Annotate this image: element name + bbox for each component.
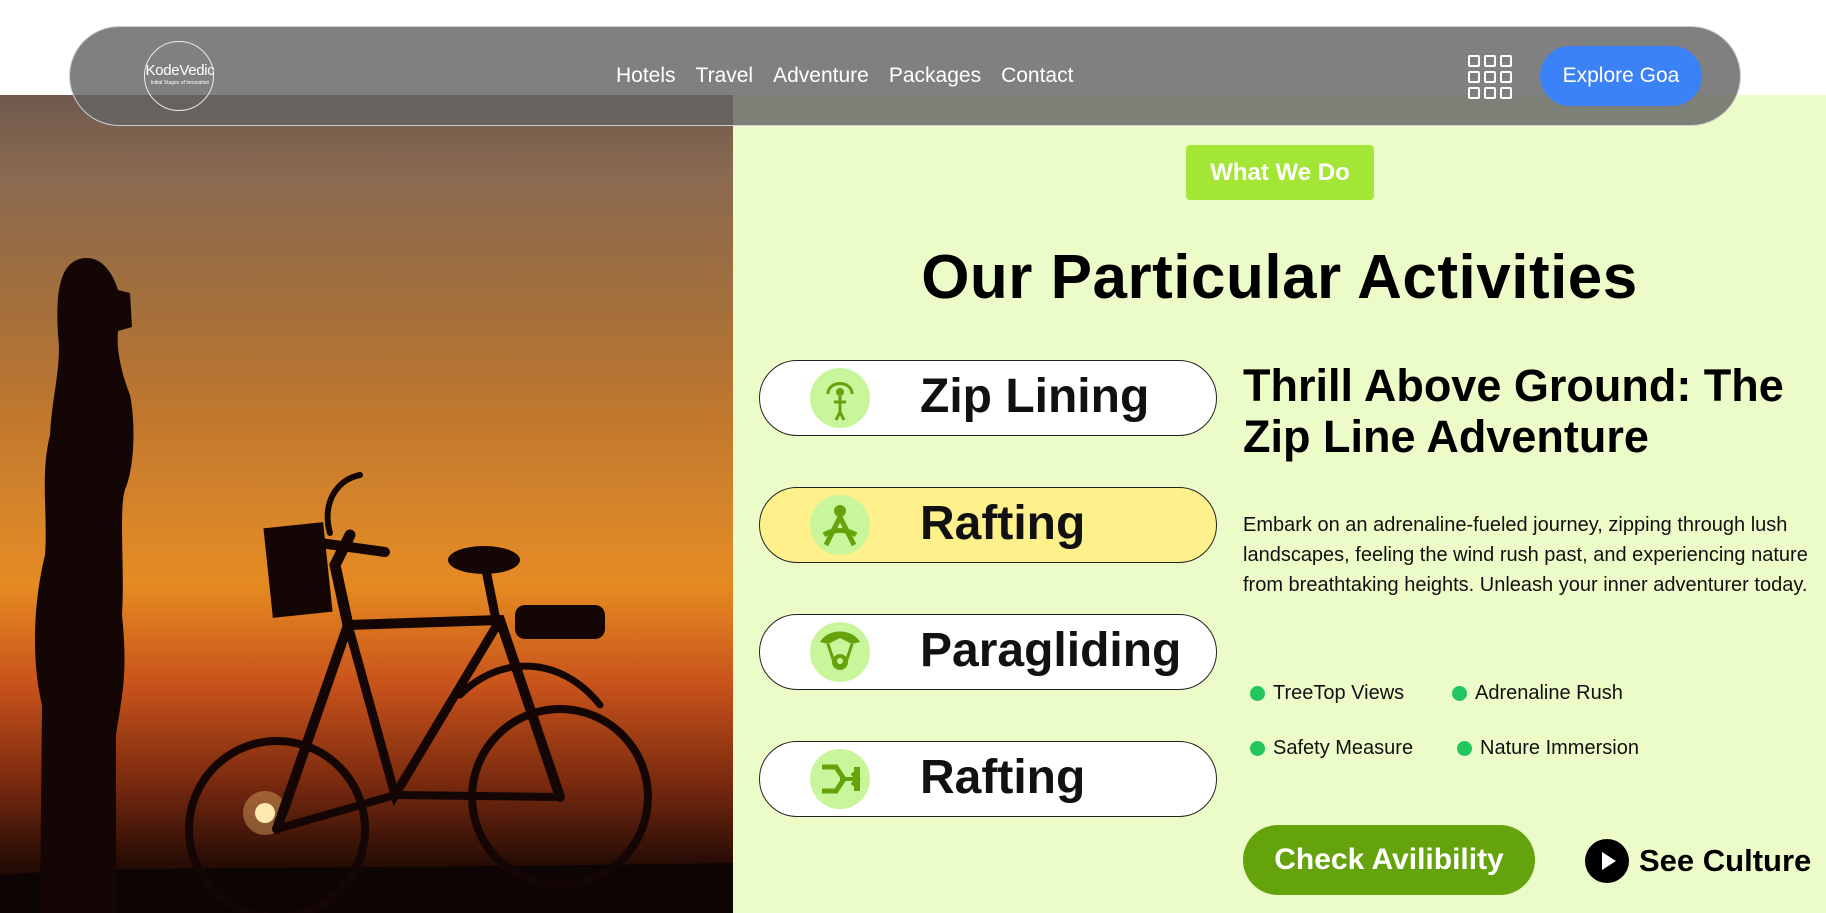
apps-grid-icon[interactable] <box>1468 55 1512 99</box>
activity-label: Paragliding <box>920 624 1182 677</box>
hero-image <box>0 95 733 913</box>
see-culture-link[interactable]: See Culture <box>1585 838 1811 884</box>
logo-name: KodeVedic <box>145 62 215 79</box>
nav-link-travel[interactable]: Travel <box>696 64 754 88</box>
logo-tagline: Initial Stages of Innovation <box>150 80 210 86</box>
activity-label: Rafting <box>920 497 1086 550</box>
bullet-dot-icon <box>1452 686 1467 701</box>
zip-line-icon <box>810 368 870 428</box>
play-icon[interactable] <box>1585 839 1629 883</box>
bullet-dot-icon <box>1250 686 1265 701</box>
see-culture-label: See Culture <box>1639 843 1812 878</box>
feature-item: Safety Measure <box>1250 737 1413 760</box>
feature-item: Adrenaline Rush <box>1452 682 1623 705</box>
check-availability-button[interactable]: Check Avilibility <box>1243 825 1535 895</box>
activity-detail-title: Thrill Above Ground: The Zip Line Advent… <box>1243 360 1784 462</box>
nav-link-adventure[interactable]: Adventure <box>773 64 869 88</box>
feature-item: TreeTop Views <box>1250 682 1404 705</box>
section-badge: What We Do <box>1186 145 1374 200</box>
logo[interactable]: KodeVedic Initial Stages of Innovation <box>144 41 215 111</box>
paragliding-icon <box>810 622 870 682</box>
activity-rafting[interactable]: Rafting <box>759 487 1217 563</box>
activity-label: Rafting <box>920 751 1086 804</box>
feature-label: Adrenaline Rush <box>1475 682 1623 704</box>
nav-link-hotels[interactable]: Hotels <box>616 64 676 88</box>
feature-item: Nature Immersion <box>1457 737 1639 760</box>
activity-label: Zip Lining <box>920 370 1150 423</box>
feature-label: TreeTop Views <box>1273 682 1405 704</box>
rafting-alt-icon <box>810 749 870 809</box>
activity-detail-description: Embark on an adrenaline-fueled journey, … <box>1243 514 1808 596</box>
activity-zip-lining[interactable]: Zip Lining <box>759 360 1217 436</box>
top-navbar: KodeVedic Initial Stages of Innovation H… <box>69 26 1741 126</box>
nav-links: Hotels Travel Adventure Packages Contact <box>616 64 1073 88</box>
nav-link-packages[interactable]: Packages <box>889 64 981 88</box>
activity-paragliding[interactable]: Paragliding <box>759 614 1217 690</box>
bullet-dot-icon <box>1250 741 1265 756</box>
nav-link-contact[interactable]: Contact <box>1001 64 1073 88</box>
activity-rafting-2[interactable]: Rafting <box>759 741 1217 817</box>
feature-label: Safety Measure <box>1273 737 1414 759</box>
section-title: Our Particular Activities <box>921 243 1638 312</box>
explore-goa-button[interactable]: Explore Goa <box>1540 46 1702 106</box>
bullet-dot-icon <box>1457 741 1472 756</box>
feature-label: Nature Immersion <box>1480 737 1639 759</box>
rafting-icon <box>810 495 870 555</box>
